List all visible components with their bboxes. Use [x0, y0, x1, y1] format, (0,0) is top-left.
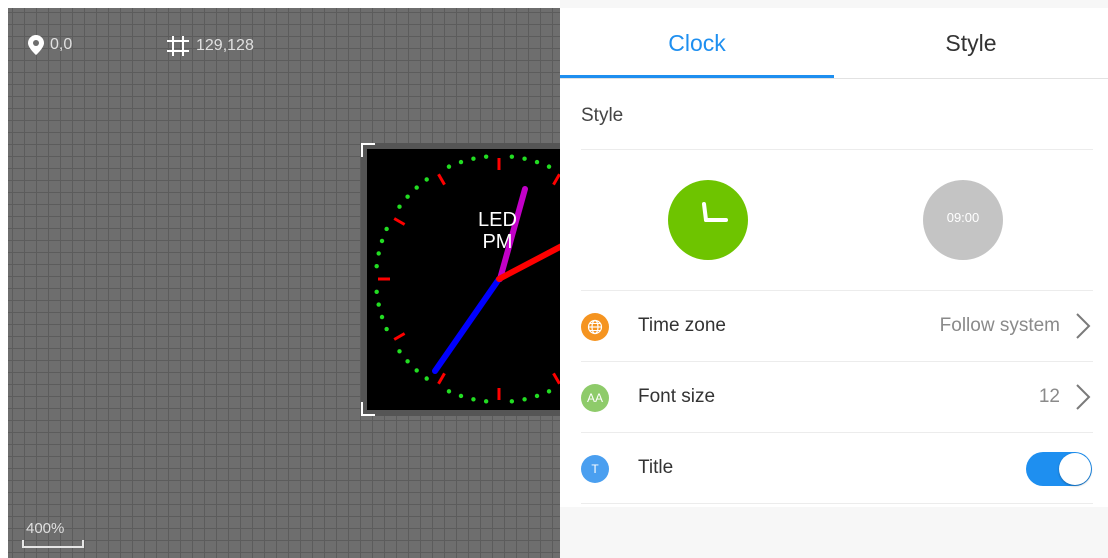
minute-dot [483, 154, 489, 159]
clock-widget[interactable]: LED PM [361, 143, 560, 416]
minute-dot [384, 326, 389, 332]
analog-clock-icon [702, 202, 728, 222]
minute-dot [546, 164, 552, 169]
globe-icon [581, 313, 609, 341]
clock-face: LED PM [367, 149, 560, 410]
settings-panel: Clock Style Style 09:00 Time zone Follow… [560, 0, 1108, 558]
size-readout: 129,128 [166, 35, 254, 57]
clock-line-1: LED [478, 209, 517, 231]
tab-style[interactable]: Style [834, 8, 1108, 78]
font-size-icon: AA [581, 384, 609, 412]
minute-dot [471, 397, 476, 402]
resize-handle-top-left[interactable] [361, 143, 375, 157]
digital-style-option[interactable]: 09:00 [923, 180, 1003, 260]
zoom-indicator: 400% [22, 520, 84, 548]
minute-dot [374, 263, 379, 269]
minute-dot [458, 393, 464, 399]
clock-preview-text: LED PM [478, 209, 517, 253]
minute-dot [446, 389, 452, 394]
analog-clock-preview [374, 154, 560, 404]
font-size-value: 12 [1038, 386, 1060, 407]
minute-dot [534, 393, 540, 399]
tab-bar: Clock Style [560, 8, 1108, 78]
minute-dot [509, 154, 515, 159]
canvas-area[interactable]: 0,0 129,128 LED PM 400% [0, 0, 560, 558]
resize-handle-bottom-left[interactable] [361, 402, 375, 416]
chevron-right-icon [1076, 313, 1091, 339]
minute-dot [384, 226, 389, 232]
hour-tick [393, 332, 406, 341]
time-zone-value: Follow system [939, 315, 1060, 336]
digital-clock-text: 09:00 [946, 210, 980, 225]
minute-dot [546, 389, 552, 394]
chevron-right-icon [1076, 384, 1091, 410]
minute-dot [424, 376, 429, 381]
minute-dot [376, 251, 381, 256]
hour-tick [552, 173, 560, 186]
zoom-level: 400% [26, 520, 65, 537]
title-icon: T [581, 455, 609, 483]
minute-dot [522, 397, 527, 402]
size-value: 129,128 [196, 37, 254, 54]
divider [581, 503, 1093, 504]
position-value: 0,0 [50, 36, 73, 53]
minute-dot [414, 185, 419, 190]
minute-dot [379, 314, 385, 320]
minute-dot [414, 368, 419, 373]
tab-clock[interactable]: Clock [560, 8, 834, 78]
font-size-label: Font size [638, 386, 716, 407]
minute-dot [424, 177, 429, 182]
minute-dot [405, 359, 410, 364]
clock-line-2: PM [482, 231, 513, 253]
dimensions-icon [167, 36, 189, 56]
hour-tick [393, 217, 406, 226]
minute-dot [534, 159, 540, 165]
style-section: Style 09:00 Time zone Follow system AA F… [560, 79, 1108, 507]
hour-tick [437, 173, 446, 186]
minute-dot [374, 289, 379, 295]
hour-tick [437, 372, 446, 385]
toggle-knob [1059, 453, 1091, 485]
zoom-scale-bar [22, 540, 84, 548]
time-zone-row[interactable]: Time zone Follow system [560, 291, 1108, 361]
title-label: Title [638, 457, 674, 478]
font-size-row[interactable]: AA Font size 12 [560, 362, 1108, 432]
hour-tick [552, 372, 560, 385]
minute-dot [446, 164, 452, 169]
minute-dot [483, 399, 489, 404]
minute-dot [458, 159, 464, 165]
minute-dot [397, 349, 402, 354]
time-zone-label: Time zone [638, 315, 726, 336]
location-pin-icon [28, 35, 44, 55]
position-readout: 0,0 [28, 35, 72, 55]
divider [581, 149, 1093, 150]
minute-dot [397, 204, 402, 209]
minute-dot [405, 194, 410, 199]
title-toggle[interactable] [1026, 452, 1092, 486]
minute-dot [379, 238, 385, 244]
analog-style-option[interactable] [668, 180, 748, 260]
minute-dot [471, 156, 476, 161]
minute-dot [522, 156, 527, 161]
section-title: Style [581, 105, 624, 126]
minute-dot [509, 399, 515, 404]
minute-dot [376, 302, 381, 307]
title-row: T Title [560, 433, 1108, 503]
